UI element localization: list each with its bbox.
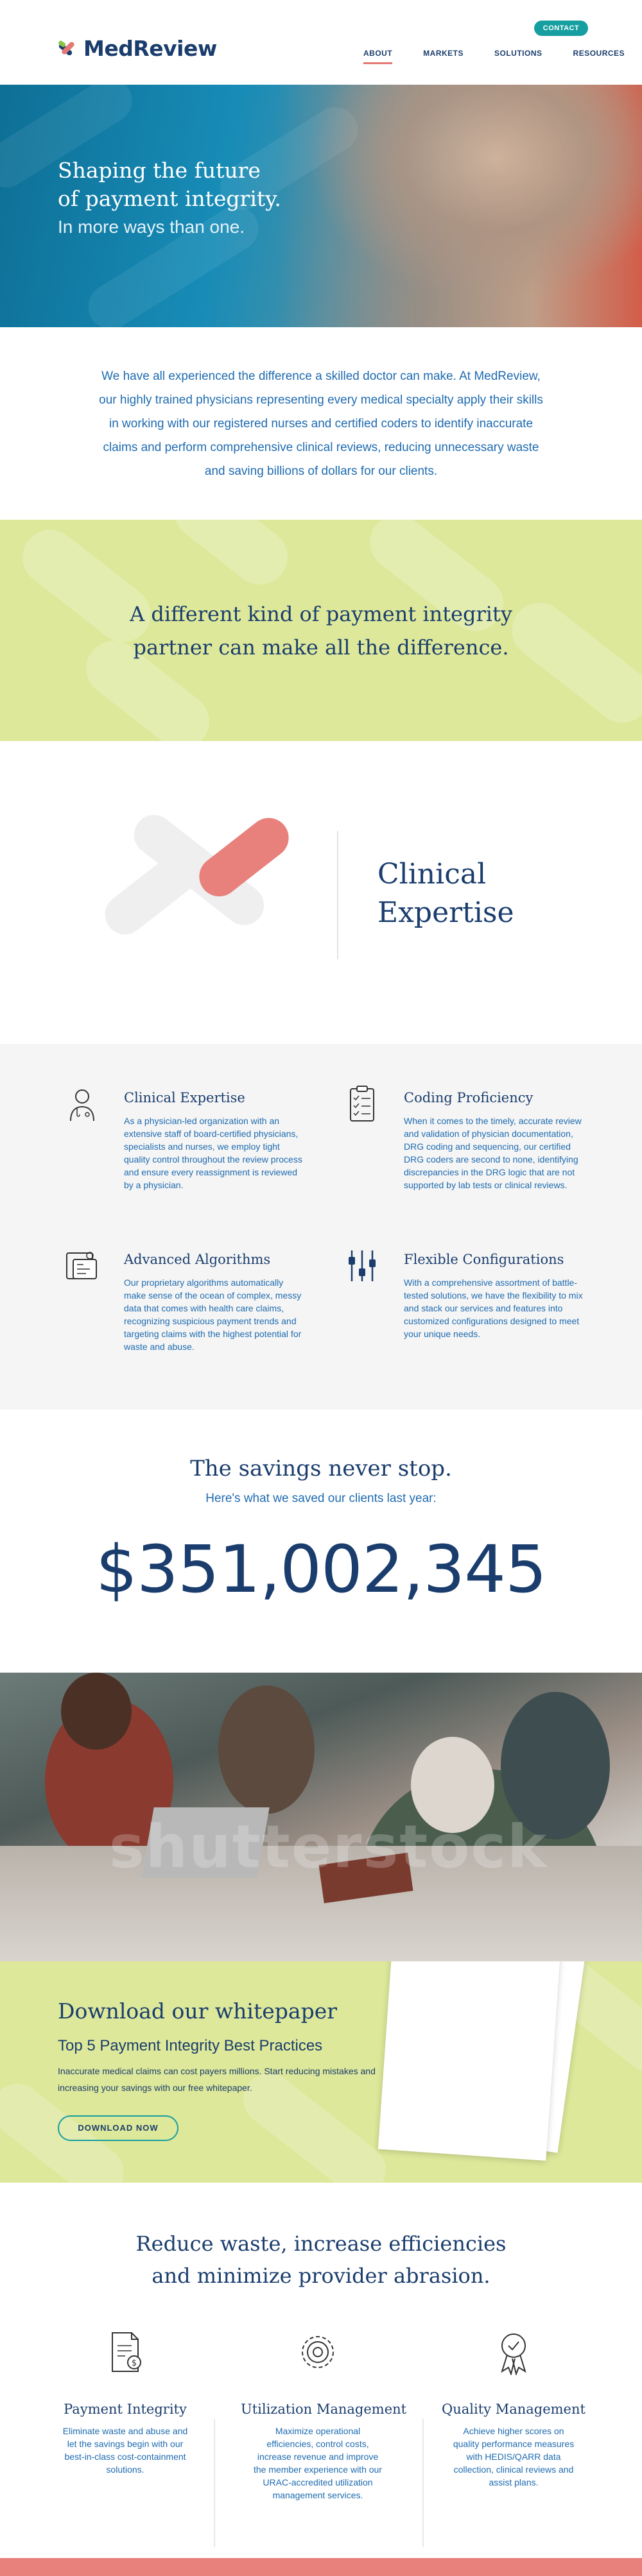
meeting-photo: shutterstock [0,1673,642,1961]
band-heading-line: A different kind of payment integrity [130,601,512,626]
feature-title: Clinical Expertise [124,1090,245,1105]
whitepaper-page [377,1961,561,2161]
download-now-button[interactable]: DOWNLOAD NOW [58,2115,178,2141]
award-ribbon-icon [501,2333,526,2376]
hero-subtitle: In more ways than one. [58,217,245,237]
nav-solutions[interactable]: SOLUTIONS [494,49,542,63]
feature-title: Advanced Algorithms [124,1252,271,1267]
savings-title: The savings never stop. [190,1456,452,1481]
doctor-icon [70,1089,94,1122]
nav-resources[interactable]: RESOURCES [573,49,625,63]
feature-title: Coding Proficiency [404,1090,534,1105]
main-nav: ABOUT MARKETS SOLUTIONS RESOURCES [363,49,625,64]
service-utilization-management[interactable]: Utilization Management Maximize operatio… [241,2329,407,2502]
feature-text: As a physician-led organization with an … [124,1116,302,1190]
feature-title: Flexible Configurations [404,1252,564,1267]
feature-text: With a comprehensive assortment of battl… [404,1277,583,1339]
service-quality-management[interactable]: Quality Management Achieve higher scores… [437,2329,591,2489]
service-title: Payment Integrity [64,2401,187,2417]
band-heading: A different kind of payment integrity pa… [96,597,546,664]
hero-title-line: Shaping the future [58,158,261,183]
band-heading-line: partner can make all the difference. [133,635,509,660]
savings-subtitle: Here's what we saved our clients last ye… [205,1492,437,1505]
feature-text: When it comes to the timely, accurate re… [404,1116,582,1190]
whitepaper-subtitle: Top 5 Payment Integrity Best Practices [58,2037,323,2054]
x-brand-mark [96,805,302,959]
clinical-title: Clinical Expertise [377,855,514,932]
document-dollar-icon: $ [112,2332,141,2372]
intro-text: We have all experienced the difference a… [99,369,543,478]
contact-button[interactable]: CONTACT [534,21,588,36]
sliders-icon [349,1250,376,1281]
hero-title: Shaping the future of payment integrity. [58,157,281,213]
intro-section: We have all experienced the difference a… [0,327,642,520]
features-section: Clinical Expertise As a physician-led or… [0,1044,642,1410]
gear-icon [302,2336,334,2368]
feature-text: Our proprietary algorithms automatically… [124,1277,302,1352]
svg-text:$: $ [132,2358,137,2368]
whitepaper-section: Download our whitepaper Top 5 Payment In… [0,1961,642,2183]
clinical-title-line: Expertise [377,896,514,929]
service-title: Utilization Management [241,2401,407,2417]
photo-person [61,1673,132,1750]
hero-banner: Shaping the future of payment integrity.… [0,85,642,327]
reduce-section: Reduce waste, increase efficiencies and … [0,2183,642,2558]
service-text: Maximize operational efficiencies, contr… [254,2426,382,2500]
clinical-title-line: Clinical [377,858,487,891]
whitepaper-description: Inaccurate medical claims can cost payer… [58,2066,376,2093]
logo-text: MedReview [83,36,217,61]
service-text: Achieve higher scores on quality perform… [453,2426,575,2487]
divider [422,2419,424,2547]
watermark: shutterstock [109,1813,548,1881]
reduce-heading-line: and minimize provider abrasion. [152,2264,490,2288]
clipboard-checklist-icon [350,1086,374,1122]
whitepaper-title: Download our whitepaper [58,1999,337,2024]
divider [337,831,338,959]
reduce-heading-line: Reduce waste, increase efficiencies [135,2231,507,2256]
service-payment-integrity[interactable]: $ Payment Integrity Eliminate waste and … [48,2329,202,2476]
reduce-heading: Reduce waste, increase efficiencies and … [0,2228,642,2292]
divider [214,2419,215,2547]
hero-title-line: of payment integrity. [58,186,281,211]
band-decor [163,520,299,596]
savings-section: The savings never stop. Here's what we s… [0,1410,642,1673]
logo-mark-icon [58,40,74,55]
nav-markets[interactable]: MARKETS [423,49,464,63]
nav-about[interactable]: ABOUT [363,49,393,64]
logo[interactable]: MedReview [56,36,217,61]
photo-person [218,1685,315,1814]
site-header: MedReview CONTACT ABOUT MARKETS SOLUTION… [0,0,642,85]
clinical-section: Clinical Expertise [0,741,642,1044]
footer-bar [0,2558,642,2576]
tagline-band: A different kind of payment integrity pa… [0,520,642,741]
algorithm-icon [66,1252,97,1279]
service-text: Eliminate waste and abuse and let the sa… [62,2426,188,2475]
savings-amount: $351,002,345 [96,1531,547,1608]
service-title: Quality Management [442,2401,586,2417]
